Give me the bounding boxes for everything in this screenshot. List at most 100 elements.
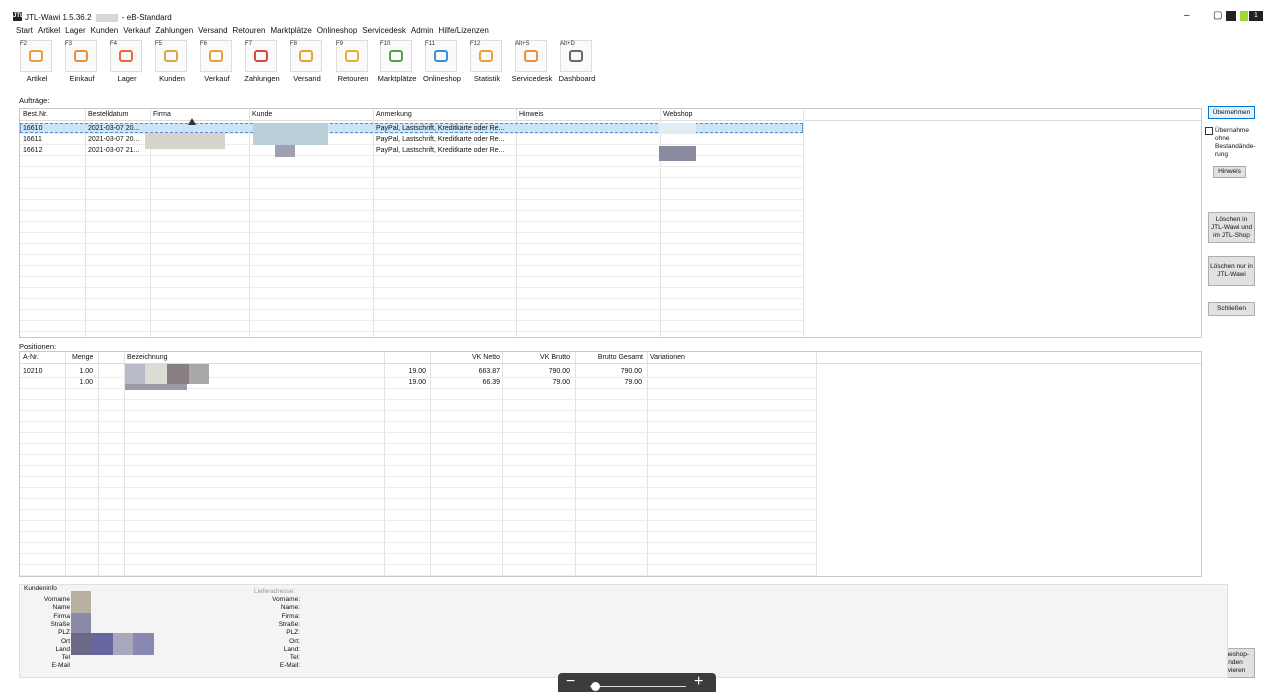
toolbar-button-dashboard[interactable]: Alt+D Dashboard xyxy=(557,40,599,86)
net-price-cell: 663.87 xyxy=(478,368,500,375)
zoom-out-button[interactable]: − xyxy=(566,674,575,690)
menu-item-admin[interactable]: Admin xyxy=(411,26,439,38)
order-date-cell: 2021-03-07 21... xyxy=(88,147,140,154)
delete-wawi-button[interactable]: Löschen nur in JTL-Wawi xyxy=(1208,256,1255,286)
toolbar-button-onlineshop[interactable]: F11 Onlineshop xyxy=(422,40,464,86)
orders-column-header[interactable]: Best.Nr. xyxy=(23,111,48,118)
redacted-region xyxy=(659,146,696,161)
menu-item-verkauf[interactable]: Verkauf xyxy=(123,26,155,38)
menu-item-hilfe-lizenzen[interactable]: Hilfe/Lizenzen xyxy=(439,26,494,38)
zoom-slider-thumb[interactable] xyxy=(590,682,600,691)
row-divider xyxy=(20,331,803,332)
shipping-icon-glyph xyxy=(299,50,313,62)
row-divider xyxy=(20,320,803,321)
orders-grid[interactable]: Best.Nr. Bestelldatum Firma Kunde Anmerkung H… xyxy=(19,108,1202,338)
orders-grid-header xyxy=(20,109,1201,121)
positions-grid[interactable]: A-Nr. Menge Bezeichnung VK Netto VK Brutto Br… xyxy=(19,351,1202,577)
row-divider xyxy=(20,210,803,211)
orders-column-header[interactable]: Webshop xyxy=(663,111,692,118)
menu-item-kunden[interactable]: Kunden xyxy=(91,26,124,38)
delete-both-button[interactable]: Löschen in JTL-Wawi und im JTL-Shop xyxy=(1208,212,1255,243)
positions-column-header[interactable]: A-Nr. xyxy=(23,354,39,361)
redacted-region xyxy=(275,145,295,157)
orders-column-header[interactable]: Kunde xyxy=(252,111,272,118)
customer-field-label: Straße xyxy=(50,620,70,628)
row-divider xyxy=(20,432,816,433)
order-date-cell: 2021-03-07 20... xyxy=(88,136,140,143)
orders-column-header[interactable]: Firma xyxy=(153,111,171,118)
menu-item-onlineshop[interactable]: Onlineshop xyxy=(317,26,362,38)
sales-icon-glyph xyxy=(209,50,223,62)
delivery-field-label: Tel: xyxy=(289,654,300,662)
positions-column-header[interactable]: Menge xyxy=(72,354,93,361)
toolbar-button-kunden[interactable]: F5 Kunden xyxy=(152,40,194,86)
menu-item-marktpl-tze[interactable]: Marktplätze xyxy=(270,26,316,38)
menu-item-versand[interactable]: Versand xyxy=(198,26,232,38)
redacted-region xyxy=(133,633,154,655)
warehouse-icon-glyph xyxy=(119,50,133,62)
orders-column-header[interactable]: Hinweis xyxy=(519,111,544,118)
menu-item-start[interactable]: Start xyxy=(16,26,38,38)
toolbar-button-servicedesk[interactable]: Alt+S Servicedesk xyxy=(512,40,554,86)
orders-column-header[interactable]: Anmerkung xyxy=(376,111,412,118)
positions-column-header[interactable]: Variationen xyxy=(650,354,685,361)
row-divider xyxy=(20,287,803,288)
apply-no-stock-checkbox[interactable] xyxy=(1205,127,1213,135)
row-divider xyxy=(20,531,816,532)
row-divider xyxy=(20,199,803,200)
close-button[interactable]: Schließen xyxy=(1208,302,1255,316)
positions-column-header[interactable]: Bezeichnung xyxy=(127,354,167,361)
toolbar-button-artikel[interactable]: F2 Artikel xyxy=(17,40,59,86)
restore-button[interactable]: ▢ xyxy=(1213,10,1222,21)
redacted-region xyxy=(189,364,209,384)
orders-column-header[interactable]: Bestelldatum xyxy=(88,111,128,118)
positions-section-label: Positionen: xyxy=(19,342,57,351)
zoom-slider-track[interactable] xyxy=(590,686,686,687)
customer-field-label: PLZ xyxy=(58,629,70,637)
row-divider xyxy=(20,232,803,233)
row-divider xyxy=(20,498,816,499)
tray-icon[interactable] xyxy=(1226,11,1236,21)
toolbar-button-versand[interactable]: F8 Versand xyxy=(287,40,329,86)
positions-column-header[interactable]: VK Netto xyxy=(430,354,500,361)
row-divider xyxy=(20,487,816,488)
toolbar-button-lager[interactable]: F4 Lager xyxy=(107,40,149,86)
window-title-prefix: JTL-Wawi 1.5.36.2 xyxy=(25,13,92,22)
positions-column-header[interactable]: Brutto Gesamt xyxy=(575,354,643,361)
toolbar-button-marktpl-tze[interactable]: F10 Marktplätze xyxy=(377,40,419,86)
notification-badge[interactable]: 1 xyxy=(1249,11,1263,21)
apply-no-stock-label: Übernahme ohne Bestandände-rung xyxy=(1215,127,1256,158)
hint-button[interactable]: Hinweis xyxy=(1213,166,1246,178)
minimize-button[interactable]: – xyxy=(1184,10,1190,21)
menu-item-lager[interactable]: Lager xyxy=(65,26,90,38)
redacted-region xyxy=(71,591,91,613)
toolbar-button-einkauf[interactable]: F3 Einkauf xyxy=(62,40,104,86)
net-price-cell: 66.39 xyxy=(482,379,500,386)
row-divider xyxy=(20,188,803,189)
shortcut-key-label: F4 xyxy=(110,41,118,47)
row-divider xyxy=(20,399,816,400)
title-bar: JTL JTL-Wawi 1.5.36.2 - eB-Standard – ▢ … xyxy=(0,0,1265,24)
toolbar-button-verkauf[interactable]: F6 Verkauf xyxy=(197,40,239,86)
toolbar-button-retouren[interactable]: F9 Retouren xyxy=(333,40,375,86)
toolbar-button-statistik[interactable]: F12 Statistik xyxy=(467,40,509,86)
toolbar-button-zahlungen[interactable]: F7 Zahlungen xyxy=(242,40,284,86)
apply-button[interactable]: Übernehmen xyxy=(1208,106,1255,119)
zoom-in-button[interactable]: + xyxy=(694,674,703,690)
order-note-cell: PayPal, Lastschrift, Kreditkarte oder Re… xyxy=(376,136,505,143)
menu-item-zahlungen[interactable]: Zahlungen xyxy=(155,26,198,38)
delivery-field-label: Ort: xyxy=(289,637,300,645)
column-divider xyxy=(803,109,804,337)
row-divider xyxy=(20,243,803,244)
gross-total-cell: 79.00 xyxy=(624,379,642,386)
customer-field-label: Name xyxy=(52,604,70,612)
shortcut-key-label: F8 xyxy=(290,41,298,47)
delivery-field-label: Straße: xyxy=(278,620,300,628)
row-divider xyxy=(20,476,816,477)
menu-item-servicedesk[interactable]: Servicedesk xyxy=(362,26,411,38)
statistics-icon-glyph xyxy=(479,50,493,62)
status-indicator-icon xyxy=(1240,11,1248,21)
menu-item-artikel[interactable]: Artikel xyxy=(38,26,65,38)
positions-column-header[interactable]: VK Brutto xyxy=(502,354,570,361)
menu-item-retouren[interactable]: Retouren xyxy=(233,26,271,38)
